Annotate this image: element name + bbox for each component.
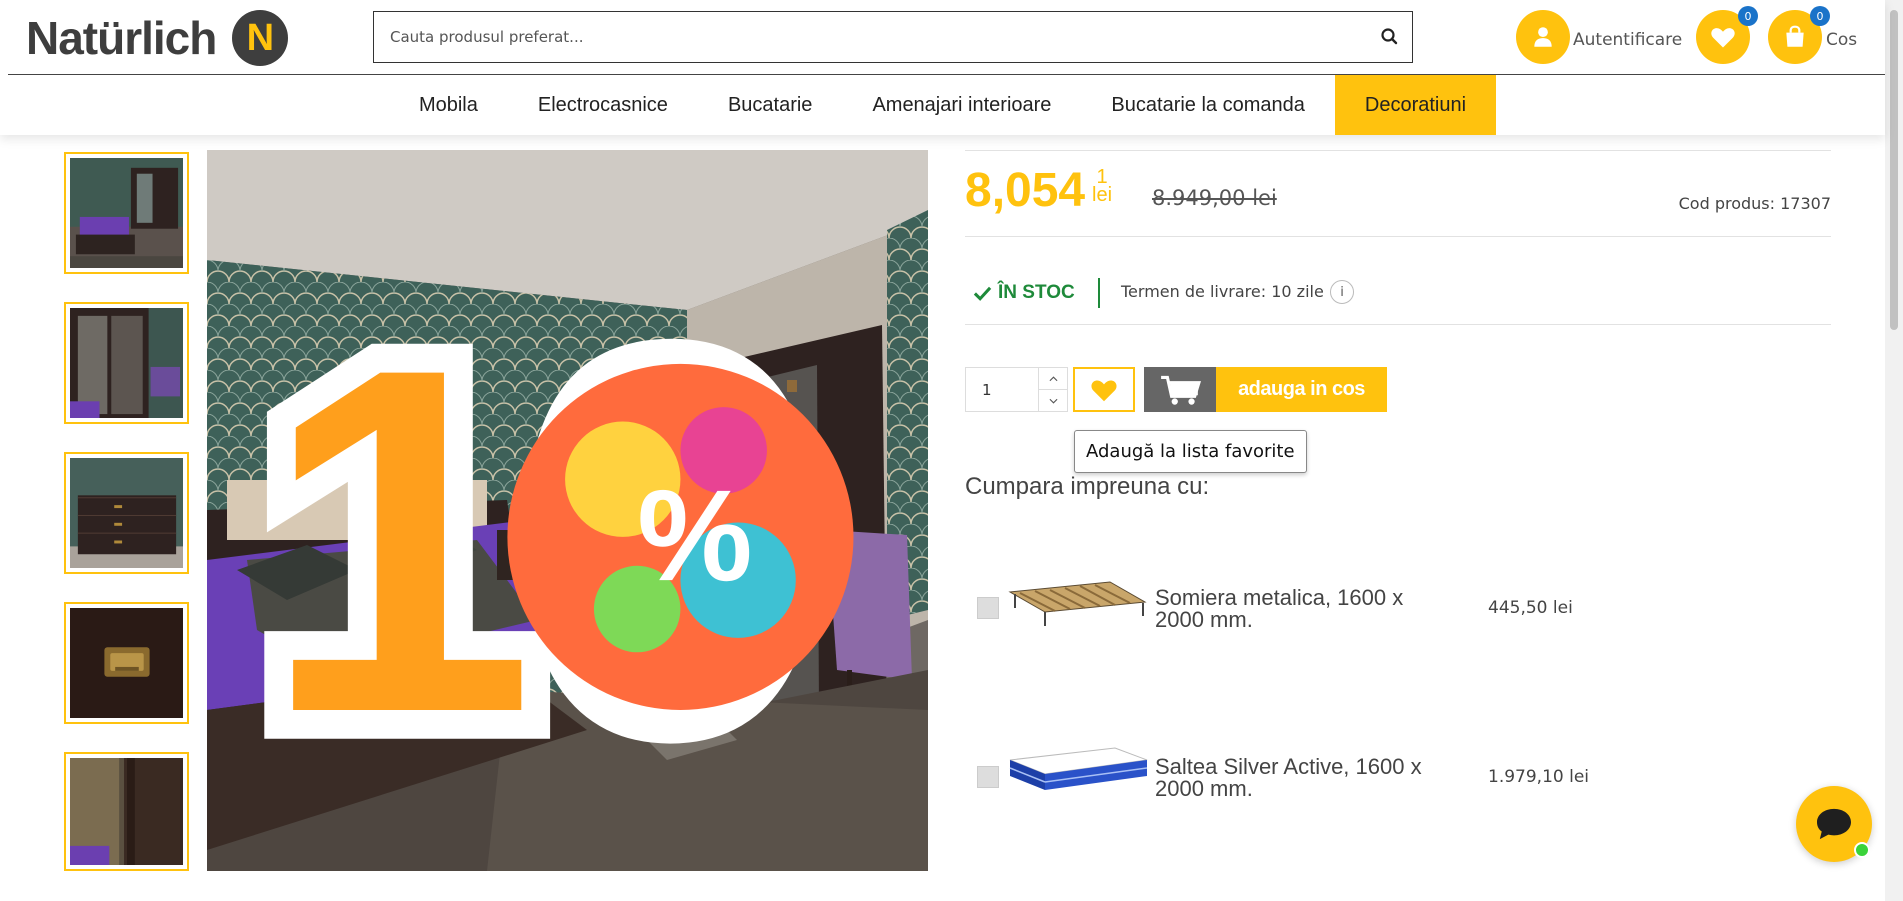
price-currency: lei [1092,184,1113,206]
search-icon[interactable] [1378,25,1402,49]
product-code: Cod produs: 17307 [1678,194,1831,213]
nav-item-amenajari-interioare[interactable]: Amenajari interioare [842,75,1081,135]
svg-text:1: 1 [262,266,535,814]
site-header: Natürlich N Autentificare 0 0 Cos Mobila [0,0,1885,135]
nav-item-mobila[interactable]: Mobila [389,75,508,135]
shopping-bag-icon [1786,25,1804,47]
wardrobe-thumbnail-image [70,308,183,418]
bundle-checkbox[interactable] [977,597,999,619]
scrollbar-thumb[interactable] [1890,10,1898,330]
page-scrollbar[interactable] [1885,0,1903,901]
thumbnail-5[interactable] [64,752,189,871]
info-icon[interactable]: i [1330,280,1354,304]
cart-count-badge: 0 [1810,6,1830,26]
bedroom-thumbnail-image [70,158,183,268]
dresser-thumbnail-image [70,458,183,568]
bundle-item-name[interactable]: Somiera metalica, 1600 x 2000 mm. [1155,587,1455,631]
nav-item-decoratiuni[interactable]: Decoratiuni [1334,75,1497,135]
bundle-item: Saltea Silver Active, 1600 x 2000 mm. 1.… [965,700,1645,850]
search-bar [373,11,1413,63]
bundle-title: Cumpara impreuna cu: [965,473,1210,500]
quantity-input[interactable] [966,368,1038,411]
add-to-cart-button[interactable]: adauga in cos [1144,367,1387,412]
product-page: Natürlich N Autentificare 0 0 Cos Mobila [0,0,1903,901]
old-price: 8.949,00 lei [1152,186,1277,210]
chevron-up-icon [1049,375,1057,381]
login-link[interactable]: Autentificare [1573,30,1682,50]
wardrobe-door-thumbnail-image [70,758,183,865]
add-to-favorites-button[interactable] [1073,367,1135,412]
quantity-arrows [1038,368,1067,411]
price-decimal-currency: 1 lei [1092,167,1113,206]
main-nav: Mobila Electrocasnice Bucatarie Amenajar… [0,75,1885,135]
chat-bubble-icon [1817,808,1851,840]
promo-badge-icon: 10 1 % [233,237,854,843]
wishlist-count-badge: 0 [1738,6,1758,26]
quantity-decrease-button[interactable] [1039,389,1067,411]
stock-label: ÎN STOC [998,282,1075,303]
site-logo[interactable]: Natürlich N [26,10,289,66]
nav-item-bucatarie-la-comanda[interactable]: Bucatarie la comanda [1081,75,1334,135]
bed-frame-image[interactable] [1005,530,1150,680]
svg-text:%: % [637,463,752,608]
nav-item-electrocasnice[interactable]: Electrocasnice [508,75,698,135]
online-status-dot [1854,842,1870,858]
nav-item-bucatarie[interactable]: Bucatarie [698,75,843,135]
chevron-down-icon [1049,398,1057,404]
user-icon[interactable] [1516,10,1570,64]
main-product-image[interactable]: 10 1 % [207,150,928,871]
price-divider [965,236,1831,237]
handle-closeup-thumbnail-image [70,608,183,718]
heart-icon [1091,380,1117,401]
thumbnail-2[interactable] [64,302,189,424]
favorites-tooltip: Adaugă la lista favorite [1074,430,1307,473]
checkmark-icon [973,286,992,301]
bundle-checkbox[interactable] [977,766,999,788]
bundle-item: Somiera metalica, 1600 x 2000 mm. 445,50… [965,530,1645,680]
current-price: 8,054 [965,164,1086,217]
delivery-term: Termen de livrare: 10 zile [1121,282,1324,301]
bundle-item-name[interactable]: Saltea Silver Active, 1600 x 2000 mm. [1155,756,1455,800]
stock-divider [965,324,1831,325]
heart-icon [1711,28,1735,48]
add-to-cart-label: adauga in cos [1216,367,1387,412]
search-input[interactable] [374,12,1334,62]
thumbnail-1[interactable] [64,152,189,274]
mattress-image[interactable] [1005,700,1150,850]
logo-text: Natürlich [26,12,217,64]
thumbnail-4[interactable] [64,602,189,724]
stock-status: ÎN STOC [973,282,1075,304]
quantity-stepper [965,367,1068,412]
cart-button[interactable]: 0 [1768,6,1830,64]
top-divider [965,150,1831,151]
stock-separator [1098,278,1100,308]
thumbnail-3[interactable] [64,452,189,574]
cart-link[interactable]: Cos [1826,30,1857,50]
logo-badge: N [232,10,289,66]
cart-icon [1144,367,1216,412]
wishlist-button[interactable]: 0 [1696,6,1758,64]
logo-letter: N [246,16,275,59]
bundle-item-price: 1.979,10 lei [1488,767,1590,787]
quantity-increase-button[interactable] [1039,368,1067,389]
bundle-item-price: 445,50 lei [1488,598,1573,618]
chat-button[interactable] [1796,786,1872,862]
